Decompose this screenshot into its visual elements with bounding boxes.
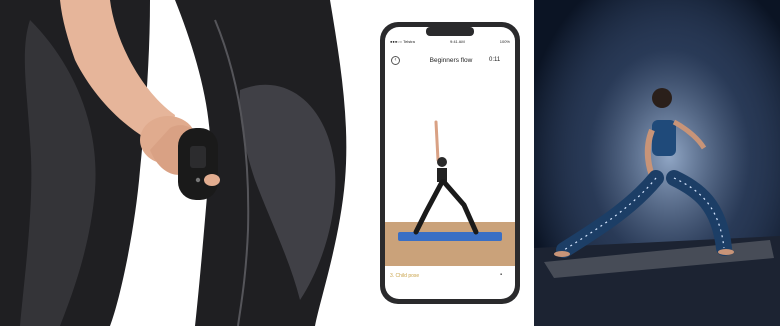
phone-app-photo: ●●●○○ Telstra 9:41 AM 100% ‹ Beginners f… xyxy=(366,0,534,326)
status-bar: ●●●○○ Telstra 9:41 AM 100% xyxy=(390,39,510,47)
timer-readout: 0:11 xyxy=(489,57,501,63)
yoga-mat xyxy=(398,232,502,241)
app-floor xyxy=(385,222,515,266)
status-time: 9:41 AM xyxy=(449,39,465,44)
phone-notch xyxy=(426,27,474,36)
screen-title: Beginners flow xyxy=(429,57,473,64)
status-battery: 100% xyxy=(499,39,510,44)
thumb xyxy=(204,174,220,186)
studio-illustration xyxy=(534,0,780,326)
sensor-display xyxy=(190,146,206,168)
leggings-illustration xyxy=(0,0,347,326)
status-carrier: ●●●○○ Telstra xyxy=(390,39,415,44)
sensor-led xyxy=(195,177,201,183)
leggings-closeup-photo xyxy=(0,0,366,326)
menu-dots-icon[interactable]: ▪ xyxy=(500,272,502,278)
pose-label[interactable]: 3. Child pose xyxy=(390,273,419,279)
back-circle-icon[interactable]: ‹ xyxy=(391,56,400,65)
studio-yoga-photo xyxy=(534,0,780,326)
